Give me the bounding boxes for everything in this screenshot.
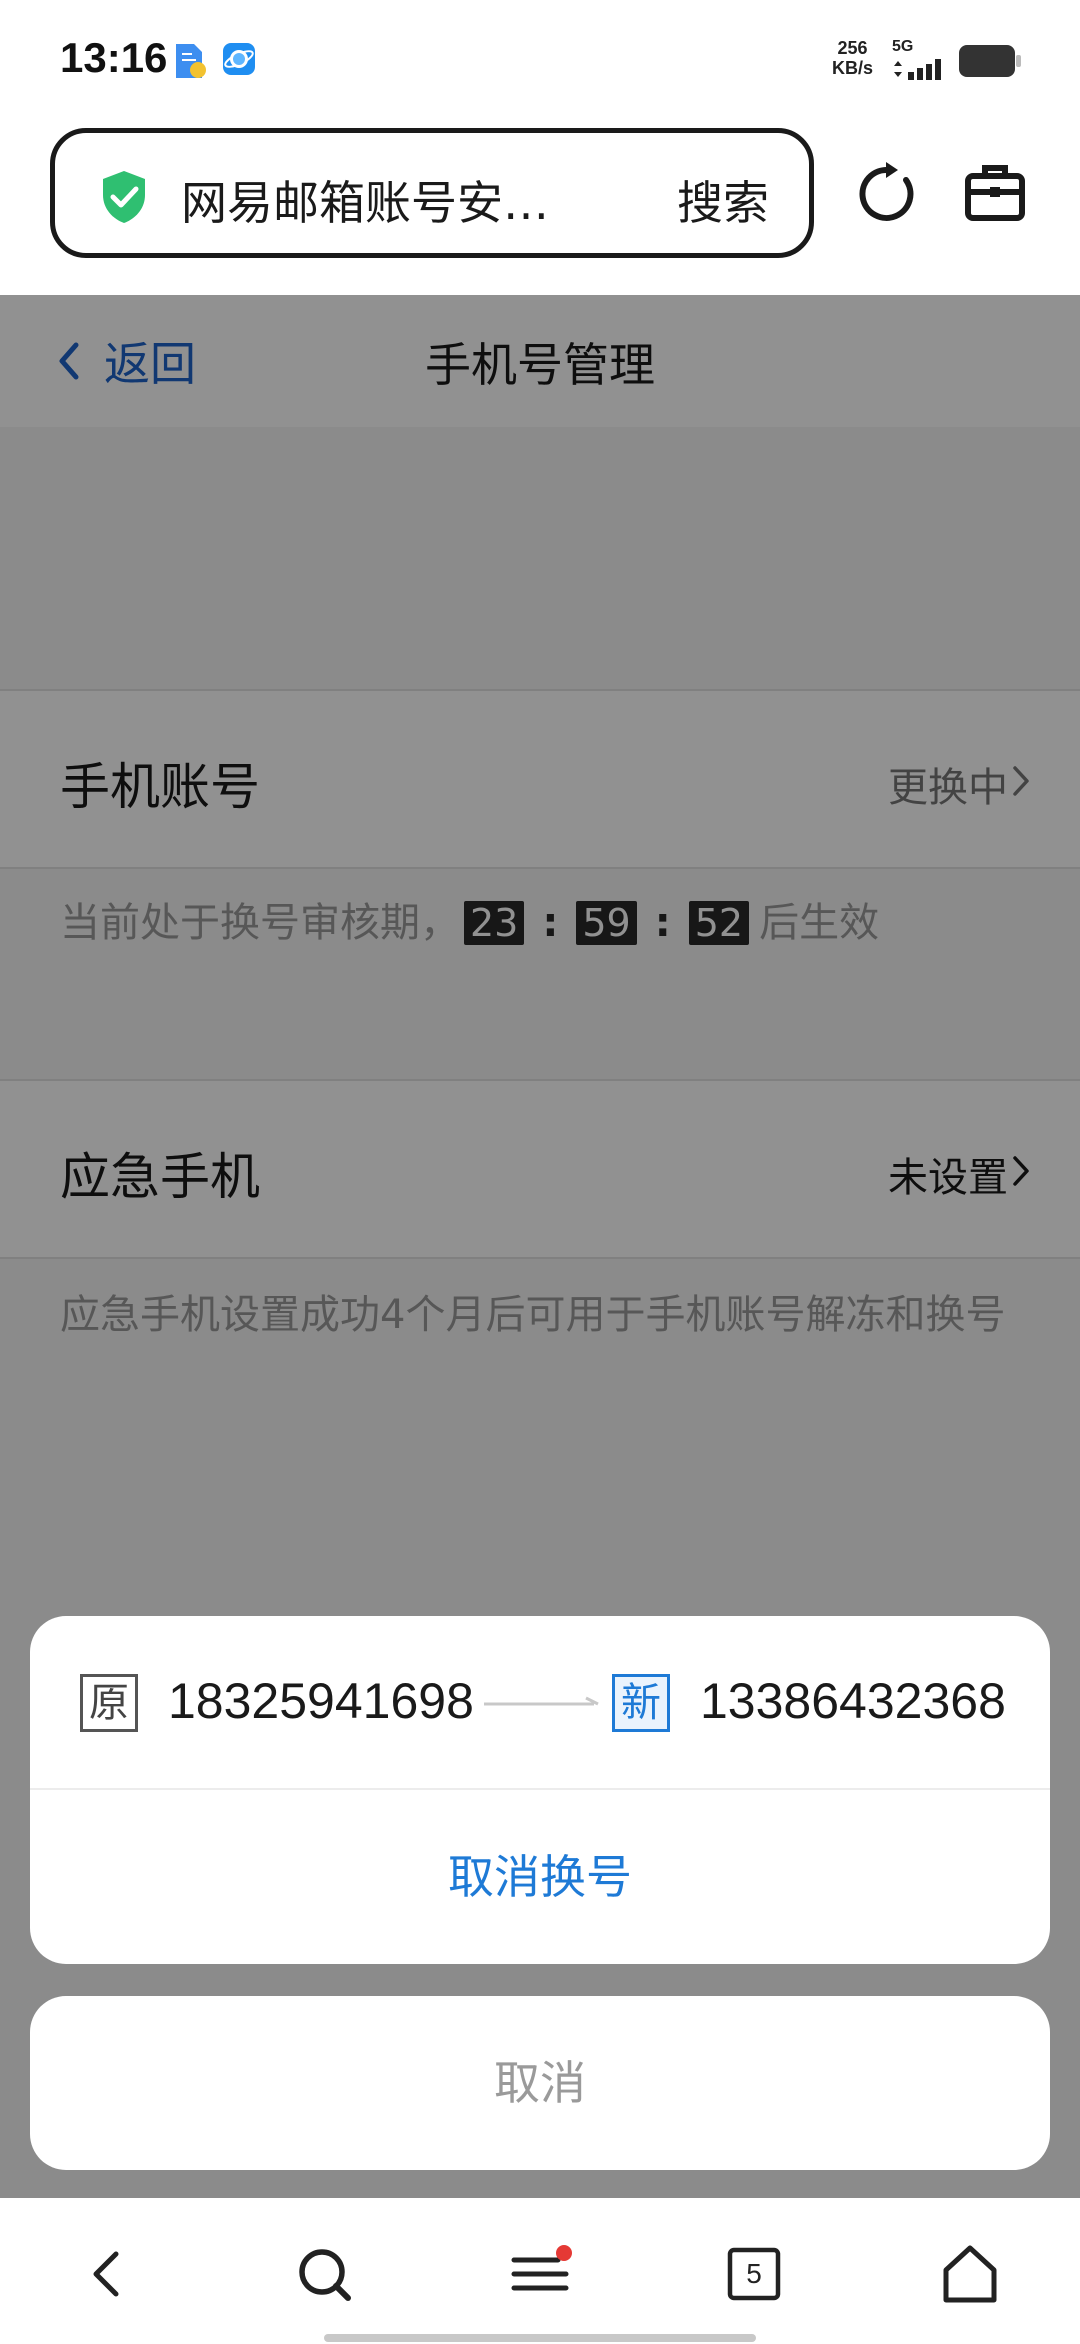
home-icon[interactable] [938,2242,1002,2306]
signal-icon [894,59,941,80]
cancel-button[interactable]: 取消 [30,1996,1050,2170]
search-icon[interactable] [292,2242,356,2306]
toolbox-icon[interactable] [964,162,1026,222]
tabs-count: 5 [746,2258,762,2289]
search-button[interactable]: 搜索 [677,167,769,233]
browser-bottom-bar: 5 [0,2198,1080,2344]
doc-notification-icon [176,44,206,78]
new-phone-number: 13386432368 [700,1673,1006,1729]
number-change-row: 原 18325941698 新 13386432368 [30,1616,1050,1790]
arrow-right-icon [484,1696,599,1706]
network-speed: 256 KB/s [832,38,873,78]
back-nav-icon[interactable] [76,2242,140,2306]
network-speed-value: 256 [837,38,868,58]
browser-toolbar: 网易邮箱账号安… 搜索 [0,120,1080,295]
tabs-button[interactable]: 5 [722,2242,786,2306]
browser-notification-icon [223,43,255,75]
network-type: 5G [892,38,914,55]
change-number-sheet: 原 18325941698 新 13386432368 取消换号 [30,1616,1050,1964]
secure-shield-icon [103,171,145,223]
cancel-number-change-button[interactable]: 取消换号 [30,1790,1050,1964]
address-bar[interactable]: 网易邮箱账号安… 搜索 [50,128,814,258]
battery-icon [959,45,1021,77]
new-number-tag: 新 [612,1674,670,1732]
status-bar: 13:16 256 KB/s 5G [0,0,1080,120]
network-speed-unit: KB/s [832,58,874,78]
status-time: 13:16 [60,34,168,81]
old-phone-number: 18325941698 [168,1673,474,1729]
menu-icon[interactable] [508,2242,572,2306]
cancel-label: 取消 [494,2056,586,2110]
url-text[interactable]: 网易邮箱账号安… [181,167,549,233]
old-number-tag: 原 [80,1674,138,1732]
home-indicator[interactable] [324,2334,756,2342]
refresh-icon[interactable] [858,162,918,224]
